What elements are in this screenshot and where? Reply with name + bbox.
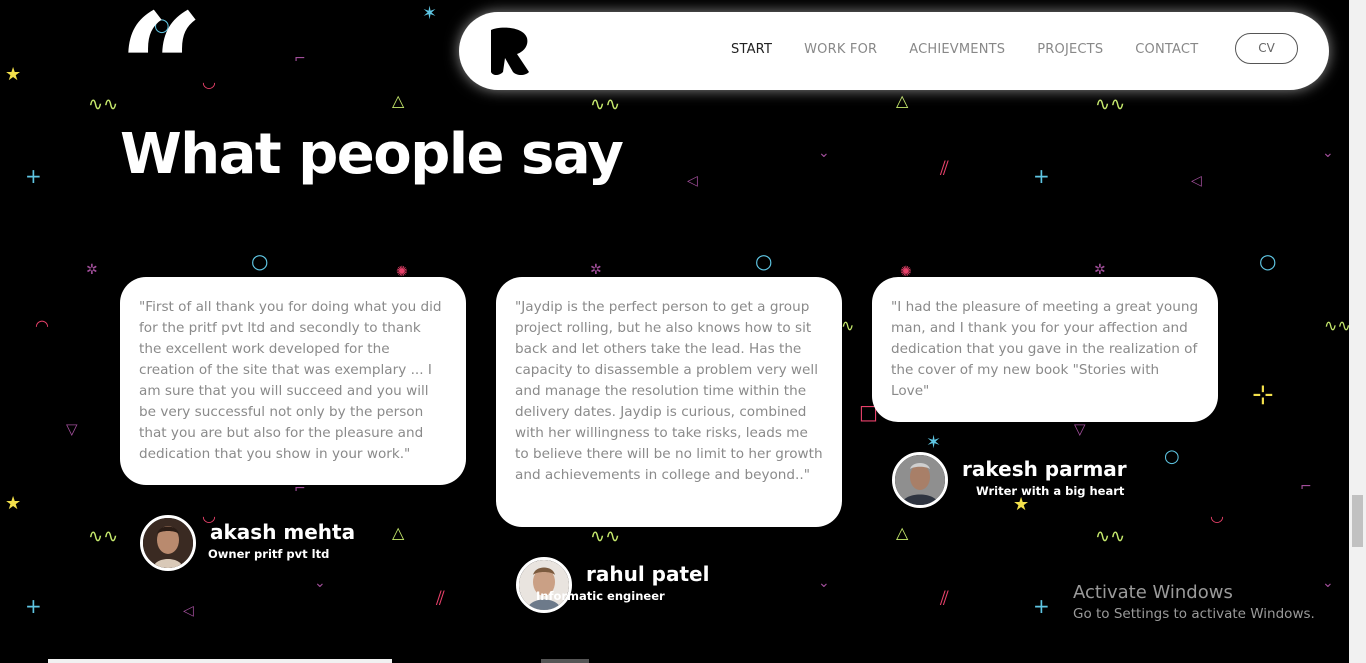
squiggle-decoration-icon: ∿∿ [1095, 526, 1126, 547]
zigzag-decoration-icon: ⌐ [294, 51, 306, 67]
activate-windows-watermark: Activate Windows Go to Settings to activ… [1073, 582, 1315, 622]
squiggle-decoration-icon: ∿∿ [590, 526, 621, 547]
squiggle-decoration-icon: ∿∿ [1324, 316, 1351, 335]
arc-decoration-icon: ◠ [35, 316, 49, 335]
cv-button[interactable]: CV [1235, 33, 1298, 64]
watermark-title: Activate Windows [1073, 582, 1233, 603]
star-decoration-icon: ★ [5, 493, 22, 514]
author-role: Owner pritf pvt ltd [208, 547, 330, 561]
avatar [140, 515, 196, 571]
triangle-decoration-icon: ◁ [687, 173, 698, 189]
triangle-decoration-icon: ▽ [1074, 420, 1086, 438]
avatar [516, 557, 572, 613]
circle-decoration-icon: ○ [1164, 446, 1180, 467]
top-navbar: START WORK FOR ACHIEVMENTS PROJECTS CONT… [459, 12, 1329, 90]
squiggle-decoration-icon: ∿∿ [88, 94, 119, 115]
star-decoration-icon: ✶ [926, 432, 942, 453]
nav-contact-link[interactable]: CONTACT [1135, 42, 1198, 57]
chevron-decoration-icon: ⌄ [314, 575, 326, 591]
squiggle-decoration-icon: ∿∿ [1095, 94, 1126, 115]
star-decoration-icon: ✶ [422, 3, 438, 24]
triangle-decoration-icon: ◁ [1191, 173, 1202, 189]
circle-decoration-icon: ○ [1259, 249, 1277, 273]
triangle-decoration-icon: △ [392, 91, 405, 110]
watermark-subtitle: Go to Settings to activate Windows. [1073, 606, 1315, 622]
squiggle-decoration-icon: ∿∿ [590, 94, 621, 115]
asterisk-decoration-icon: ✲ [86, 262, 98, 278]
nav-work-for-link[interactable]: WORK FOR [804, 42, 877, 57]
chevron-decoration-icon: ⌄ [1322, 575, 1334, 591]
asterisk-decoration-icon: ✲ [590, 262, 602, 278]
nav-achievements-link[interactable]: ACHIEVMENTS [909, 42, 1005, 57]
horizontal-scrollbar[interactable] [48, 659, 392, 663]
chevron-decoration-icon: ⌄ [818, 145, 830, 161]
author-name: rakesh parmar [962, 457, 1127, 481]
slash-decoration-icon: ⫽ [436, 586, 445, 610]
testimonial-text: "I had the pleasure of meeting a great y… [891, 299, 1199, 399]
circle-decoration-icon: ○ [251, 249, 269, 273]
avatar [892, 452, 948, 508]
plus-decoration-icon: + [1033, 594, 1050, 618]
circle-decoration-icon: ○ [755, 249, 773, 273]
author-role: Writer with a big heart [976, 484, 1125, 498]
nav-projects-link[interactable]: PROJECTS [1037, 42, 1103, 57]
triangle-decoration-icon: △ [896, 523, 909, 542]
chevron-decoration-icon: ⌄ [818, 575, 830, 591]
brand-r-logo[interactable] [489, 26, 531, 76]
testimonial-card: "First of all thank you for doing what y… [120, 277, 466, 485]
chevron-decoration-icon: ⌄ [1322, 145, 1334, 161]
horizontal-scrollbar-thumb[interactable] [541, 659, 589, 663]
testimonial-card: "Jaydip is the perfect person to get a g… [496, 277, 842, 527]
star-decoration-icon: ★ [1013, 494, 1030, 515]
slash-decoration-icon: ⫽ [940, 586, 949, 610]
nav-menu: START WORK FOR ACHIEVMENTS PROJECTS CONT… [731, 42, 1230, 57]
triangle-decoration-icon: ▽ [66, 420, 78, 438]
zigzag-decoration-icon: ⌐ [1300, 479, 1312, 495]
triangle-decoration-icon: △ [392, 523, 405, 542]
star-decoration-icon: ★ [5, 64, 22, 85]
nav-start-link[interactable]: START [731, 42, 772, 57]
squiggle-decoration-icon: ∿∿ [88, 526, 119, 547]
triangle-decoration-icon: △ [896, 91, 909, 110]
plus-decoration-icon: + [25, 594, 42, 618]
asterisk-decoration-icon: ✲ [1094, 262, 1106, 278]
testimonial-text: "First of all thank you for doing what y… [139, 299, 442, 462]
arc-decoration-icon: ◡ [1210, 506, 1224, 525]
author-name: akash mehta [210, 520, 356, 544]
plus-decoration-icon: + [25, 164, 42, 188]
testimonial-text: "Jaydip is the perfect person to get a g… [515, 299, 823, 483]
author-role: Informatic engineer [536, 589, 665, 603]
plus-decoration-icon: + [1033, 164, 1050, 188]
testimonial-card: "I had the pleasure of meeting a great y… [872, 277, 1218, 422]
crosshair-decoration-icon: ⊹ [1252, 380, 1274, 410]
section-title: What people say [120, 122, 624, 187]
scrollbar-thumb[interactable] [1352, 495, 1363, 547]
triangle-decoration-icon: ◁ [183, 603, 194, 619]
squiggle-decoration-icon: ∿ [841, 316, 855, 335]
vertical-scrollbar[interactable] [1349, 0, 1366, 663]
slash-decoration-icon: ⫽ [940, 156, 949, 180]
author-name: rahul patel [586, 562, 710, 586]
